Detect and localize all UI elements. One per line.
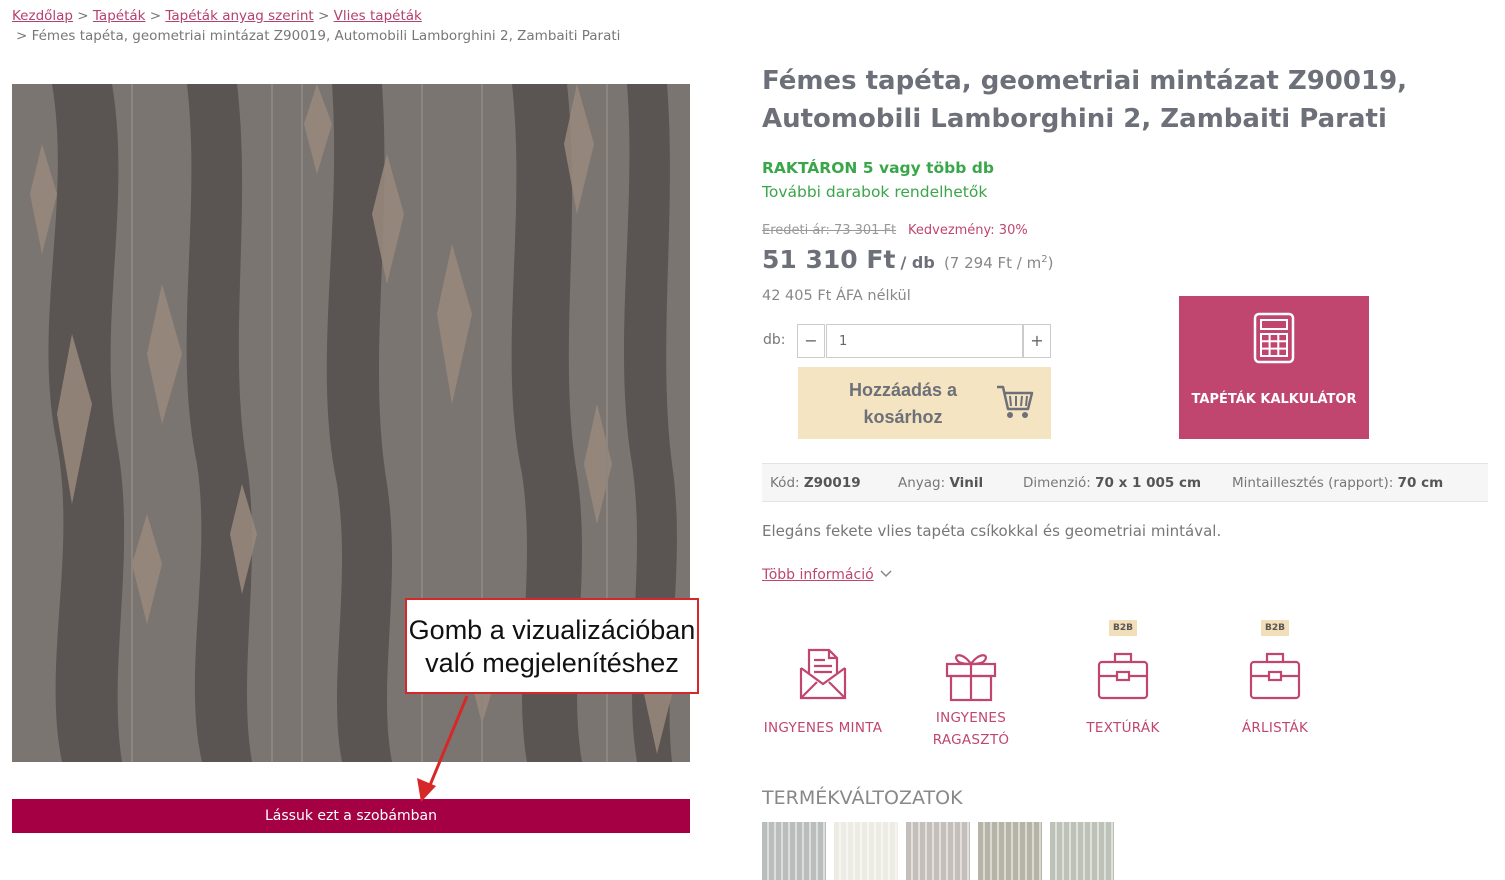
stock-status: RAKTÁRON 5 vagy több db [762, 159, 994, 177]
price: 51 310 Ft [762, 245, 896, 274]
feature-label: ÁRLISTÁK [1241, 720, 1309, 736]
feature-label-2: RAGASZTÓ [932, 732, 1010, 748]
gift-icon [945, 654, 997, 702]
more-info-link[interactable]: Több információ [762, 565, 874, 585]
add-to-cart-label: Hozzáadás a kosárhoz [848, 380, 958, 427]
net-price: 42 405 Ft ÁFA nélkül [762, 288, 911, 304]
breadcrumb-separator: > [318, 8, 330, 24]
breadcrumb-link-vlies[interactable]: Vlies tapéták [334, 8, 422, 24]
variant-swatch[interactable] [978, 822, 1042, 880]
feature-label: INGYENES MINTA [763, 720, 883, 736]
chevron-down-icon[interactable] [880, 569, 892, 579]
feature-label: INGYENES [935, 710, 1007, 726]
calculator-label: TAPÉTÁK KALKULÁTOR [1191, 392, 1357, 407]
b2b-badge: B2B [1261, 620, 1289, 636]
wallpaper-calculator-button[interactable]: TAPÉTÁK KALKULÁTOR [1179, 296, 1369, 439]
product-title: Fémes tapéta, geometriai mintázat Z90019… [762, 66, 1408, 134]
breadcrumb-separator: > [149, 8, 162, 24]
breadcrumb-link-home[interactable]: Kezdőlap [12, 8, 73, 24]
price-unit: / db [900, 253, 935, 272]
shopping-cart-icon [997, 385, 1034, 418]
price-per-sqm: (7 294 Ft / m2) [943, 254, 1054, 272]
calculator-icon [1253, 312, 1295, 364]
quantity-label: db: [763, 332, 786, 348]
breadcrumb-link-by-material[interactable]: Tapéták anyag szerint [165, 8, 313, 24]
briefcase-icon [1097, 652, 1149, 700]
product-specs: Kód: Z90019 Anyag: Vinil Dimenzió: 70 x … [762, 463, 1488, 502]
original-price: Eredeti ár: 73 301 Ft [762, 223, 897, 238]
breadcrumb-current: > Fémes tapéta, geometriai mintázat Z900… [16, 28, 621, 44]
b2b-badge: B2B [1109, 620, 1137, 636]
variant-swatch[interactable] [1050, 822, 1114, 880]
quantity-increase-button[interactable]: + [1023, 324, 1051, 358]
quantity-decrease-button[interactable]: − [797, 324, 825, 358]
spec-dimension: Dimenzió: 70 x 1 005 cm [1023, 475, 1202, 491]
annotation-line-2: való megjelenítéshez [425, 648, 679, 678]
annotation-callout: Gomb a vizualizációban való megjelenítés… [405, 598, 699, 694]
add-to-cart-button[interactable]: Hozzáadás a kosárhoz [798, 367, 1051, 439]
annotation-line-1: Gomb a vizualizációban [408, 615, 696, 645]
breadcrumb-link-wallpapers[interactable]: Tapéták [93, 8, 146, 24]
breadcrumb-separator: > [77, 8, 89, 24]
variant-swatch[interactable] [762, 822, 826, 880]
product-description: Elegáns fekete vlies tapéta csíkokkal és… [762, 522, 1222, 540]
variant-swatch[interactable] [906, 822, 970, 880]
feature-label: TEXTÚRÁK [1086, 720, 1160, 736]
spec-code: Kód: Z90019 [770, 475, 861, 491]
breadcrumb: Kezdőlap > Tapéták > Tapéták anyag szeri… [12, 6, 422, 26]
quantity-input[interactable] [826, 324, 1023, 358]
spec-material: Anyag: Vinil [898, 475, 984, 491]
variants-title: TERMÉKVÁLTOZATOK [762, 787, 963, 809]
view-in-room-button[interactable]: Lássuk ezt a szobámban [12, 799, 690, 833]
spec-repeat: Mintaillesztés (rapport): 70 cm [1232, 475, 1444, 491]
briefcase-icon [1249, 652, 1301, 700]
discount-label: Kedvezmény: 30% [908, 223, 1028, 238]
stock-note: További darabok rendelhetők [762, 183, 988, 201]
envelope-letter-icon [799, 648, 847, 700]
price-row: 51 310 Ft / db (7 294 Ft / m2) [762, 243, 1053, 280]
variant-swatch[interactable] [834, 822, 898, 880]
